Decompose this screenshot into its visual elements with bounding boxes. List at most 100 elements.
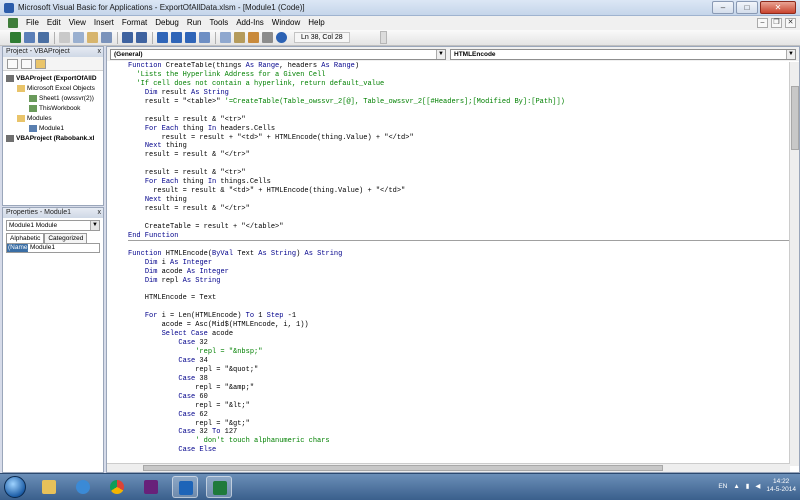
paste-icon[interactable] (87, 32, 98, 43)
volume-icon[interactable]: ◀ (755, 482, 760, 490)
code-line[interactable]: Case 32 To 127 (128, 428, 790, 437)
menu-edit[interactable]: Edit (43, 16, 65, 30)
tree-node-thisworkbook[interactable]: ThisWorkbook (29, 104, 80, 113)
language-indicator[interactable]: EN (718, 483, 727, 490)
save-icon[interactable] (38, 32, 49, 43)
help-icon[interactable] (276, 32, 287, 43)
tree-node-vbaproject-rabobank[interactable]: VBAProject (Rabobank.xl (6, 134, 94, 143)
scroll-thumb[interactable] (143, 465, 663, 471)
menu-insert[interactable]: Insert (90, 16, 118, 30)
code-line[interactable]: Dim repl As String (128, 277, 790, 286)
taskbar-outlook[interactable] (172, 476, 198, 498)
view-excel-icon[interactable] (10, 32, 21, 43)
toggle-folders-icon[interactable] (35, 58, 46, 69)
chevron-down-icon[interactable]: ▼ (786, 49, 795, 59)
code-line[interactable] (128, 214, 790, 223)
project-explorer-icon[interactable] (220, 32, 231, 43)
menu-view[interactable]: View (65, 16, 90, 30)
code-line[interactable]: result = result & "<tr>" (128, 169, 790, 178)
code-line[interactable]: 'Lists the Hyperlink Address for a Given… (128, 71, 790, 80)
code-line[interactable]: ' don't touch alphanumeric chars (128, 437, 790, 446)
chevron-down-icon[interactable]: ▼ (90, 221, 99, 230)
tree-node-excel-objects[interactable]: Microsoft Excel Objects (17, 84, 95, 93)
code-line[interactable]: result = result & "<td>" + HTMLEncode(th… (128, 187, 790, 196)
chevron-down-icon[interactable]: ▼ (436, 49, 445, 59)
horizontal-scrollbar[interactable] (107, 463, 790, 472)
code-line[interactable]: CreateTable = result + "</table>" (128, 223, 790, 232)
taskbar-visual-studio[interactable] (138, 476, 164, 498)
properties-object-combo[interactable]: Module1 Module ▼ (6, 220, 100, 231)
mdi-minimize-button[interactable]: – (757, 18, 768, 28)
taskbar-explorer[interactable] (36, 476, 62, 498)
code-line[interactable]: 'repl = "&nbsp;" (128, 348, 790, 357)
minimize-button[interactable]: – (712, 1, 734, 14)
code-line[interactable]: Dim result As String (128, 89, 790, 98)
redo-icon[interactable] (136, 32, 147, 43)
undo-icon[interactable] (122, 32, 133, 43)
menu-help[interactable]: Help (304, 16, 328, 30)
code-line[interactable]: result = result + "<td>" + HTMLEncode(th… (128, 134, 790, 143)
maximize-button[interactable]: □ (736, 1, 758, 14)
tab-alphabetic[interactable]: Alphabetic (6, 233, 45, 243)
break-icon[interactable] (171, 32, 182, 43)
code-line[interactable]: Case 38 (128, 375, 790, 384)
menu-window[interactable]: Window (268, 16, 304, 30)
code-line[interactable] (128, 241, 790, 250)
code-line[interactable] (128, 303, 790, 312)
view-object-icon[interactable] (21, 58, 32, 69)
mdi-restore-button[interactable]: ❐ (771, 18, 782, 28)
code-line[interactable]: result = result & "</tr>" (128, 151, 790, 160)
code-line[interactable]: result = result & "</tr>" (128, 205, 790, 214)
reset-icon[interactable] (185, 32, 196, 43)
code-line[interactable]: repl = "&gt;" (128, 420, 790, 429)
code-line[interactable]: result = "<table>" '=CreateTable(Table_o… (128, 98, 790, 107)
menu-run[interactable]: Run (183, 16, 206, 30)
property-row-name[interactable]: (Name) Module1 (6, 243, 100, 253)
code-line[interactable]: HTMLEncode = Text (128, 294, 790, 303)
object-browser-icon[interactable] (248, 32, 259, 43)
menu-format[interactable]: Format (118, 16, 151, 30)
code-line[interactable]: repl = "&quot;" (128, 366, 790, 375)
code-area[interactable]: Function CreateTable(things As Range, he… (107, 62, 790, 466)
code-line[interactable]: Dim acode As Integer (128, 268, 790, 277)
code-line[interactable]: For i = Len(HTMLEncode) To 1 Step -1 (128, 312, 790, 321)
menu-add-ins[interactable]: Add-Ins (232, 16, 268, 30)
code-line[interactable]: Next thing (128, 196, 790, 205)
code-line[interactable]: Function CreateTable(things As Range, he… (128, 62, 790, 71)
find-icon[interactable] (101, 32, 112, 43)
code-line[interactable]: Next thing (128, 142, 790, 151)
taskbar-excel[interactable] (206, 476, 232, 498)
cut-icon[interactable] (59, 32, 70, 43)
code-line[interactable]: For Each thing In headers.Cells (128, 125, 790, 134)
mdi-close-button[interactable]: ✕ (785, 18, 796, 28)
code-line[interactable]: End Function (128, 232, 790, 241)
taskbar-chrome[interactable] (104, 476, 130, 498)
network-icon[interactable]: ▮ (746, 482, 750, 490)
code-line[interactable]: repl = "&amp;" (128, 384, 790, 393)
procedure-combo[interactable]: HTMLEncode ▼ (450, 48, 796, 60)
view-code-icon[interactable] (7, 58, 18, 69)
clock[interactable]: 14:22 14-5-2014 (766, 478, 796, 494)
toolbar-overflow[interactable] (379, 31, 387, 44)
tree-node-module1[interactable]: Module1 (29, 124, 64, 133)
code-line[interactable]: repl = "&lt;" (128, 402, 790, 411)
scroll-thumb[interactable] (791, 86, 799, 150)
tree-node-vbaproject-export[interactable]: VBAProject (ExportOfAllD (6, 74, 97, 83)
tray-arrow-icon[interactable]: ▲ (733, 483, 739, 490)
tab-categorized[interactable]: Categorized (44, 233, 88, 243)
toolbox-icon[interactable] (262, 32, 273, 43)
code-line[interactable]: result = result & "<tr>" (128, 116, 790, 125)
start-button[interactable] (4, 476, 26, 498)
code-line[interactable]: Case 34 (128, 357, 790, 366)
design-mode-icon[interactable] (199, 32, 210, 43)
menu-tools[interactable]: Tools (206, 16, 233, 30)
insert-module-icon[interactable] (24, 32, 35, 43)
vertical-scrollbar[interactable] (789, 62, 799, 466)
code-line[interactable] (128, 107, 790, 116)
close-button[interactable]: ✕ (760, 1, 796, 14)
code-line[interactable]: Case 32 (128, 339, 790, 348)
taskbar-ie[interactable] (70, 476, 96, 498)
code-line[interactable] (128, 285, 790, 294)
code-line[interactable]: Case 60 (128, 393, 790, 402)
code-line[interactable] (128, 160, 790, 169)
